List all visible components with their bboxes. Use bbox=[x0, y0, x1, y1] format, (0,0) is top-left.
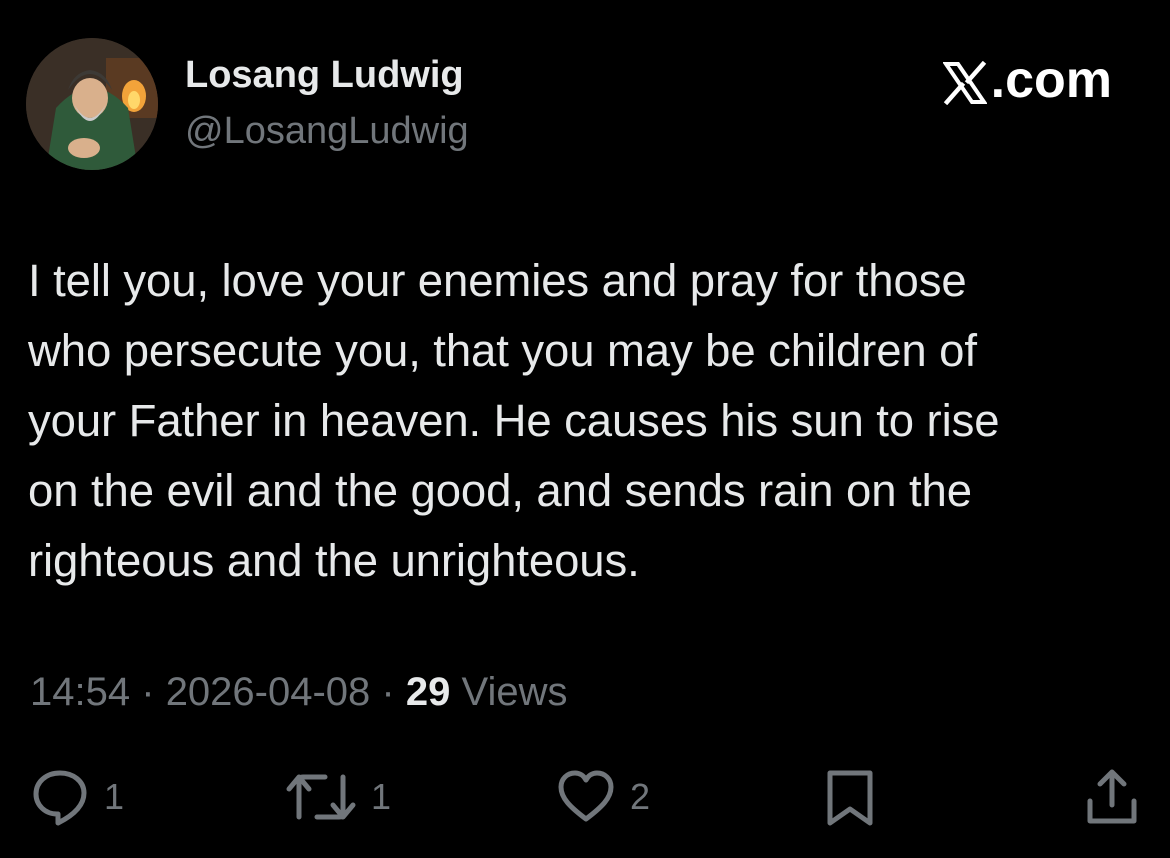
x-logo-icon bbox=[941, 58, 988, 106]
meta-separator: · bbox=[141, 670, 155, 714]
views-count: 29 bbox=[405, 670, 451, 714]
tweet-date[interactable]: 2026-04-08 bbox=[166, 670, 371, 714]
share-button[interactable] bbox=[1082, 762, 1142, 832]
share-icon bbox=[1082, 767, 1142, 827]
action-bar: 1 1 2 bbox=[0, 762, 1170, 832]
author-display-name[interactable]: Losang Ludwig bbox=[185, 54, 464, 97]
views-label: Views bbox=[461, 670, 568, 714]
reply-icon bbox=[30, 767, 90, 827]
tweet-text: I tell you, love your enemies and pray f… bbox=[28, 255, 1000, 586]
reply-button[interactable]: 1 bbox=[30, 762, 124, 832]
avatar[interactable] bbox=[26, 38, 158, 170]
retweet-button[interactable]: 1 bbox=[285, 762, 391, 832]
bookmark-icon bbox=[822, 767, 878, 827]
bookmark-button[interactable] bbox=[822, 762, 878, 832]
brand-watermark: .com bbox=[941, 50, 1112, 110]
like-count: 2 bbox=[630, 776, 651, 817]
tweet-time[interactable]: 14:54 bbox=[30, 670, 130, 714]
author-handle[interactable]: @LosangLudwig bbox=[185, 110, 469, 153]
brand-label: .com bbox=[990, 51, 1112, 109]
retweet-count: 1 bbox=[371, 776, 392, 817]
reply-count: 1 bbox=[104, 776, 125, 817]
retweet-icon bbox=[285, 767, 357, 827]
meta-separator: · bbox=[381, 670, 395, 714]
heart-icon bbox=[556, 767, 616, 827]
tweet-meta: 14:54 · 2026-04-08 · 29 Views bbox=[30, 670, 567, 715]
like-button[interactable]: 2 bbox=[556, 762, 650, 832]
